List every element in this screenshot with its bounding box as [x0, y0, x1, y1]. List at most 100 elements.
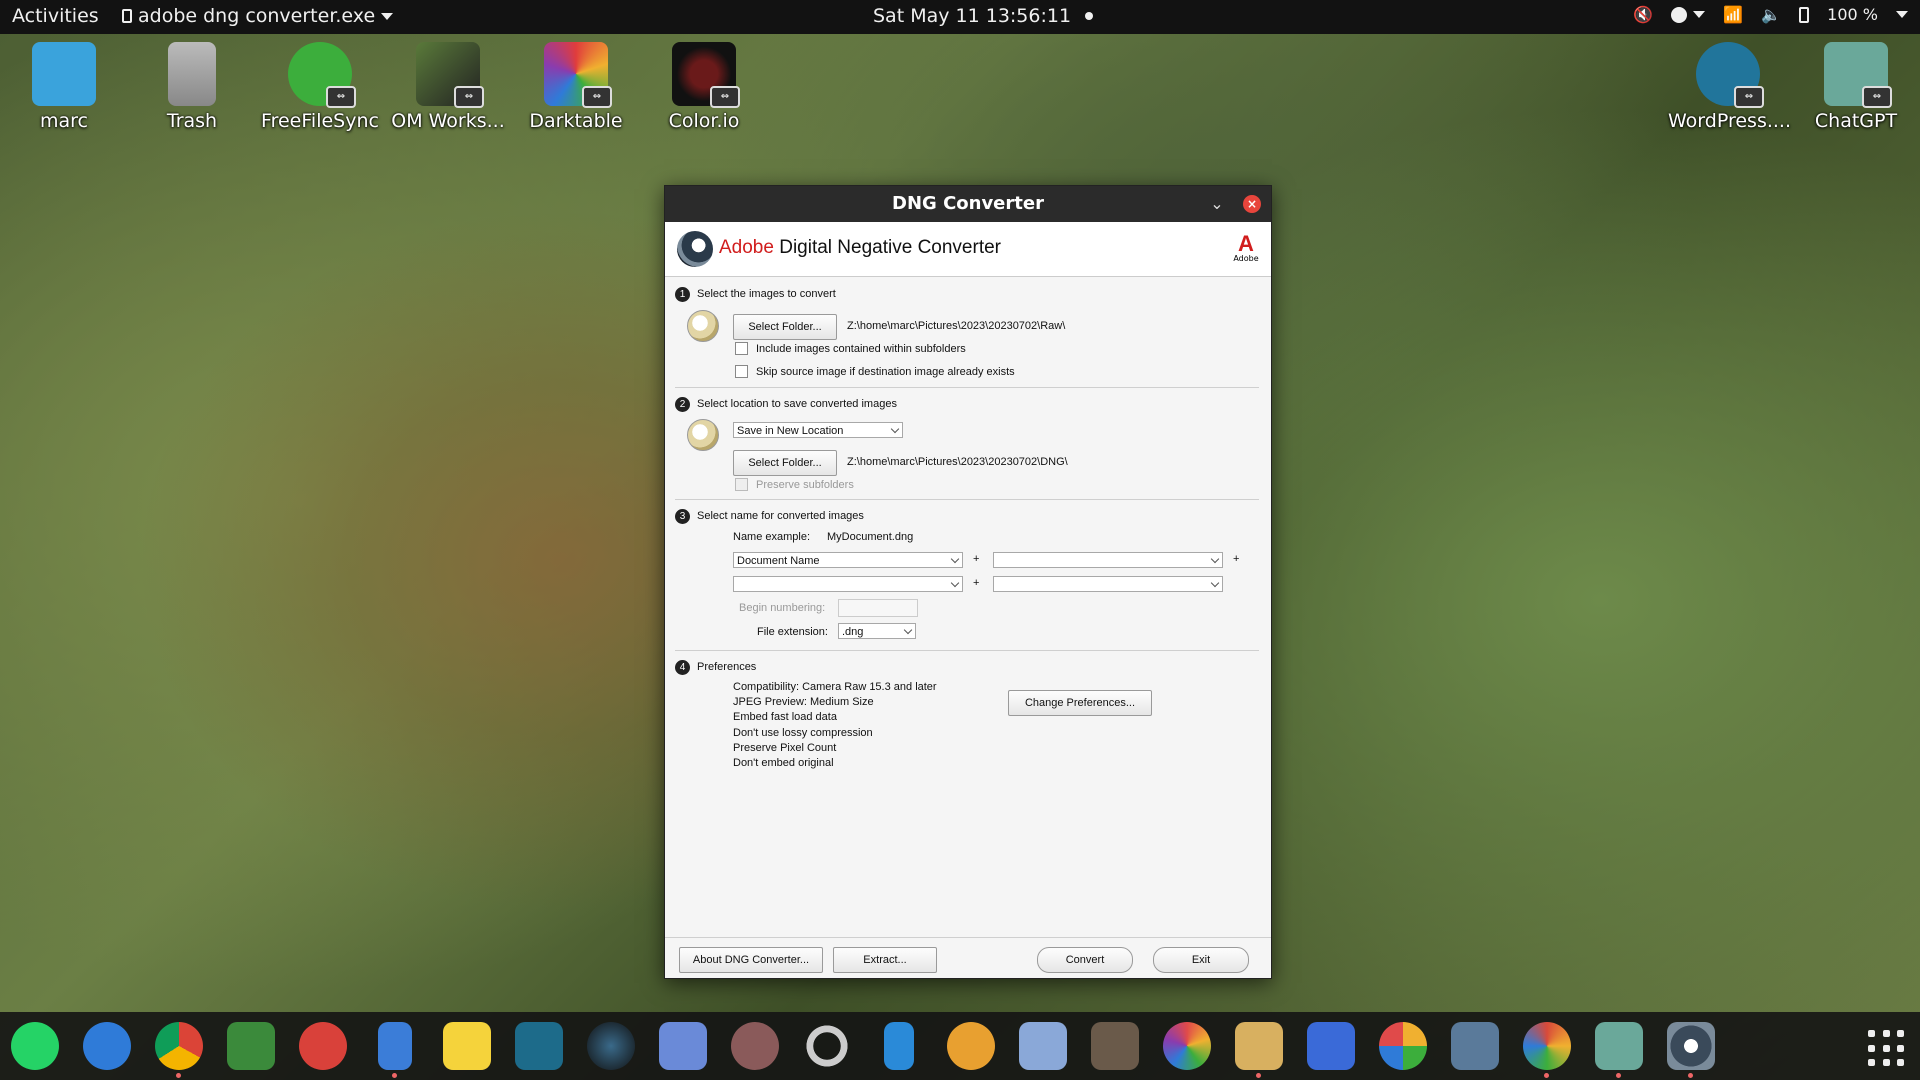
desktop-icon-label: marc [40, 110, 88, 132]
exit-button[interactable]: Exit [1153, 947, 1249, 973]
camera-app-icon[interactable] [731, 1022, 779, 1070]
mic-muted-icon: 🔇 [1633, 5, 1654, 24]
extract-button[interactable]: Extract... [833, 947, 937, 973]
pinwheel-icon[interactable] [1379, 1022, 1427, 1070]
desktop-icon-label: WordPress.... [1668, 110, 1791, 132]
clock[interactable]: Sat May 11 13:56:11 [873, 5, 1094, 27]
dng-logo-icon [677, 231, 713, 267]
dng-converter-dock-icon[interactable] [1667, 1022, 1715, 1078]
pref-line: JPEG Preview: Medium Size [733, 696, 874, 709]
app-menu[interactable]: adobe dng converter.exe [122, 5, 394, 27]
minimize-button[interactable]: ⌄ [1207, 194, 1227, 214]
show-apps-icon[interactable] [1868, 1030, 1906, 1068]
chevron-down-icon [1896, 11, 1908, 18]
desktop-icon-label: Color.io [668, 110, 740, 132]
section-2-title: Select location to save converted images [697, 398, 897, 410]
name-part-4-dropdown[interactable] [993, 576, 1223, 592]
dng-converter-window: DNG Converter ⌄ × Adobe Digital Negative… [664, 185, 1272, 979]
checkbox-box[interactable] [735, 342, 748, 355]
red-app-icon[interactable] [299, 1022, 347, 1070]
notes-icon[interactable] [443, 1022, 491, 1070]
chrome-icon[interactable] [155, 1022, 203, 1078]
skip-existing-checkbox[interactable]: Skip source image if destination image a… [735, 365, 1015, 378]
panel-app-icon[interactable] [515, 1022, 563, 1070]
recycle-app-icon[interactable] [227, 1022, 275, 1070]
battery-level: 100 % [1827, 5, 1878, 24]
include-subfolders-checkbox[interactable]: Include images contained within subfolde… [735, 342, 966, 355]
system-tray[interactable]: 🔇 📶 🔈 100 % [1633, 5, 1908, 24]
desktop-icon-label: OM Works... [391, 110, 505, 132]
activities-button[interactable]: Activities [12, 5, 99, 27]
desktop-icon-wordpress[interactable]: ⇔ WordPress.... [1668, 42, 1791, 132]
preserve-subfolders-checkbox[interactable]: Preserve subfolders [735, 478, 854, 491]
footer-divider [665, 937, 1271, 938]
desktop-icon-trash[interactable]: Trash [132, 42, 252, 132]
photos-icon[interactable] [1235, 1022, 1283, 1078]
gimp-icon[interactable] [1091, 1022, 1139, 1070]
change-preferences-button[interactable]: Change Preferences... [1008, 690, 1152, 716]
trash-icon [168, 42, 216, 106]
pen-app-icon[interactable] [884, 1022, 914, 1070]
datetime: Sat May 11 13:56:11 [873, 5, 1072, 27]
ring-app-icon[interactable] [803, 1022, 851, 1070]
lens-app-icon[interactable] [587, 1022, 635, 1070]
desktop-icon-om-workspace[interactable]: ⇔ OM Works... [388, 42, 508, 132]
disc-app-icon[interactable] [947, 1022, 995, 1070]
screenshot-icon[interactable] [1451, 1022, 1499, 1070]
running-indicator [1256, 1073, 1261, 1078]
save-location-dropdown[interactable]: Save in New Location [733, 422, 903, 438]
wine-app-icon[interactable] [1019, 1022, 1067, 1070]
name-part-3-dropdown[interactable] [733, 576, 963, 592]
files-icon[interactable] [378, 1022, 412, 1078]
source-select-folder-button[interactable]: Select Folder... [733, 314, 837, 340]
thunderbird-icon[interactable] [83, 1022, 131, 1070]
desktop-icon-freefilesync[interactable]: ⇔ FreeFileSync [260, 42, 380, 132]
window-titlebar[interactable]: DNG Converter ⌄ × [665, 186, 1271, 222]
section-1-number: 1 [675, 287, 690, 302]
name-example-label: Name example: [733, 531, 811, 543]
window-title: DNG Converter [892, 193, 1044, 214]
name-part-2-dropdown[interactable] [993, 552, 1223, 568]
chatgpt-dock-icon[interactable] [1595, 1022, 1643, 1078]
checkbox-box[interactable] [735, 478, 748, 491]
running-indicator [176, 1073, 181, 1078]
section-2-number: 2 [675, 397, 690, 412]
pref-line: Don't use lossy compression [733, 726, 873, 739]
desktop-icon-marc[interactable]: marc [4, 42, 124, 132]
notification-dot-icon [1085, 12, 1094, 20]
begin-numbering-input[interactable] [838, 599, 918, 617]
about-button[interactable]: About DNG Converter... [679, 947, 823, 973]
colorio-icon: ⇔ [672, 42, 740, 108]
close-button[interactable]: × [1243, 195, 1261, 213]
section-divider [675, 650, 1259, 651]
desktop-icon-label: Trash [166, 110, 218, 132]
desktop-icon-label: FreeFileSync [261, 110, 379, 132]
pref-line: Preserve Pixel Count [733, 741, 837, 754]
dest-folder-path: Z:\home\marc\Pictures\2023\20230702\DNG\ [847, 456, 1068, 468]
color-app-icon[interactable] [1523, 1022, 1571, 1078]
name-example-value: MyDocument.dng [827, 531, 914, 543]
file-extension-dropdown[interactable]: .dng [838, 623, 916, 639]
preferences-summary: Compatibility: Camera Raw 15.3 and later… [733, 680, 937, 771]
desktop-icon-colorio[interactable]: ⇔ Color.io [644, 42, 764, 132]
convert-button[interactable]: Convert [1037, 947, 1133, 973]
dest-select-folder-button[interactable]: Select Folder... [733, 450, 837, 476]
image-viewer-icon[interactable] [659, 1022, 707, 1070]
battery-icon [1799, 6, 1810, 23]
whatsapp-icon[interactable] [11, 1022, 59, 1070]
skip-existing-label: Skip source image if destination image a… [756, 365, 1015, 378]
top-bar: Activities adobe dng converter.exe Sat M… [0, 0, 1920, 34]
name-part-1-dropdown[interactable]: Document Name [733, 552, 963, 568]
home-folder-icon [32, 42, 96, 106]
running-indicator [392, 1073, 397, 1078]
desktop-icon-chatgpt[interactable]: ⇔ ChatGPT [1796, 42, 1916, 132]
begin-numbering-label: Begin numbering: [739, 602, 826, 614]
file-extension-label: File extension: [757, 626, 828, 638]
app-banner: Adobe Digital Negative Converter A Adobe [665, 222, 1271, 277]
books-app-icon[interactable] [1307, 1022, 1355, 1070]
desktop-icon-darktable[interactable]: ⇔ Darktable [516, 42, 636, 132]
checkbox-box[interactable] [735, 365, 748, 378]
color-wheel-icon[interactable] [1163, 1022, 1211, 1070]
save-location-value: Save in New Location [737, 425, 844, 437]
preserve-subfolders-label: Preserve subfolders [756, 478, 854, 491]
